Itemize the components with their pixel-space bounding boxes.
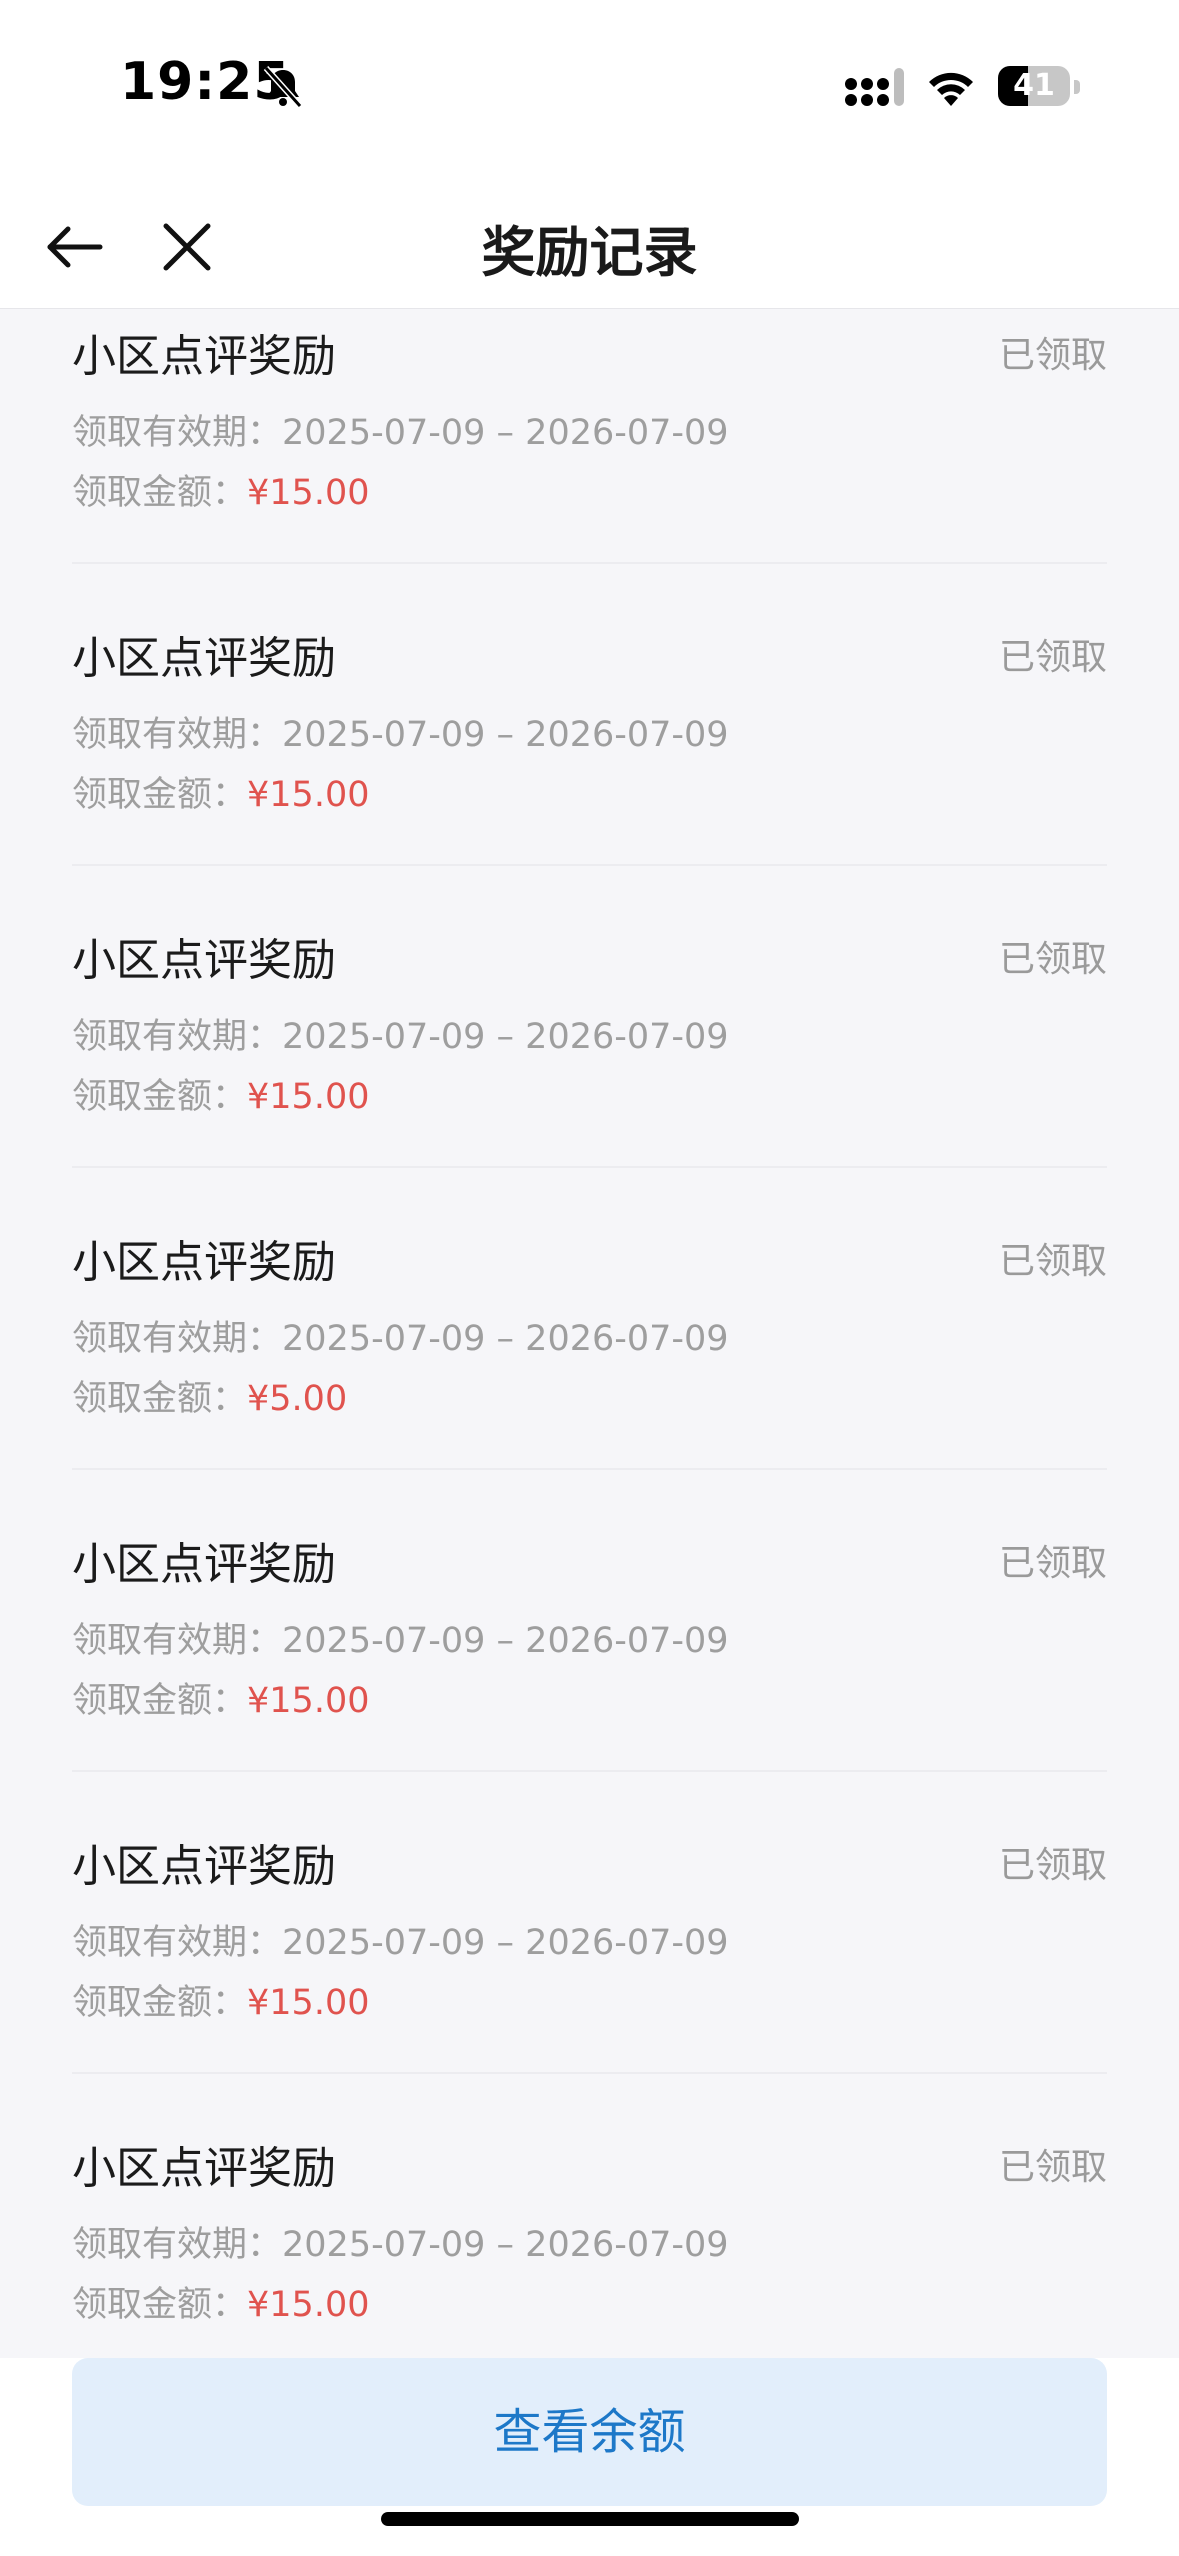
record-validity-label: 领取有效期： bbox=[72, 1621, 283, 1661]
record-row: 小区点评奖励 已领取 领取有效期：2025-07-09 – 2026-07-09 领取… bbox=[72, 308, 1107, 564]
record-status: 已领取 bbox=[998, 939, 1107, 980]
record-validity: 领取有效期：2025-07-09 – 2026-07-09 bbox=[72, 1008, 729, 1059]
record-title: 小区点评奖励 bbox=[72, 1841, 336, 1892]
record-title: 小区点评奖励 bbox=[72, 935, 336, 986]
home-indicator[interactable] bbox=[381, 2512, 799, 2526]
record-validity-value: 2025-07-09 – 2026-07-09 bbox=[282, 2225, 729, 2265]
record-status: 已领取 bbox=[998, 1241, 1107, 1282]
record-title: 小区点评奖励 bbox=[72, 1539, 336, 1590]
record-validity-label: 领取有效期： bbox=[72, 715, 283, 755]
record-title: 小区点评奖励 bbox=[72, 331, 336, 382]
record-validity: 领取有效期：2025-07-09 – 2026-07-09 bbox=[72, 1310, 729, 1361]
battery-level: 41 bbox=[1013, 68, 1055, 103]
record-validity-label: 领取有效期： bbox=[72, 1017, 283, 1057]
record-validity: 领取有效期：2025-07-09 – 2026-07-09 bbox=[72, 404, 729, 455]
cellular-signal-icon bbox=[845, 68, 904, 106]
record-title: 小区点评奖励 bbox=[72, 1237, 336, 1288]
record-amount-row: 领取金额：¥15.00 bbox=[72, 464, 369, 515]
record-validity-value: 2025-07-09 – 2026-07-09 bbox=[282, 1017, 729, 1057]
record-title: 小区点评奖励 bbox=[72, 2143, 336, 2194]
record-status: 已领取 bbox=[998, 2147, 1107, 2188]
record-row: 小区点评奖励 已领取 领取有效期：2025-07-09 – 2026-07-09 领取… bbox=[72, 1772, 1107, 2074]
record-amount-label: 领取金额： bbox=[72, 775, 248, 815]
record-status: 已领取 bbox=[998, 637, 1107, 678]
bell-muted-icon bbox=[263, 65, 303, 109]
record-row: 小区点评奖励 已领取 领取有效期：2025-07-09 – 2026-07-09 领取… bbox=[72, 866, 1107, 1168]
record-amount-value: ¥15.00 bbox=[247, 1681, 370, 1721]
record-amount-value: ¥15.00 bbox=[247, 1077, 370, 1117]
record-amount-label: 领取金额： bbox=[72, 1077, 248, 1117]
record-validity-value: 2025-07-09 – 2026-07-09 bbox=[282, 413, 729, 453]
reward-record-list-inner: 小区点评奖励 已领取 领取有效期：2025-07-09 – 2026-07-09 领取… bbox=[72, 308, 1107, 2358]
page-title: 奖励记录 bbox=[481, 221, 698, 284]
record-title: 小区点评奖励 bbox=[72, 633, 336, 684]
bottom-bar: 查看余额 bbox=[0, 2358, 1179, 2556]
record-row: 小区点评奖励 已领取 领取有效期：2025-07-09 – 2026-07-09 领取… bbox=[72, 1470, 1107, 1772]
record-validity-value: 2025-07-09 – 2026-07-09 bbox=[282, 1319, 729, 1359]
record-amount-value: ¥5.00 bbox=[247, 1379, 348, 1419]
record-validity-value: 2025-07-09 – 2026-07-09 bbox=[282, 715, 729, 755]
view-balance-button[interactable]: 查看余额 bbox=[72, 2358, 1107, 2506]
record-amount-row: 领取金额：¥15.00 bbox=[72, 2276, 369, 2327]
record-validity-label: 领取有效期： bbox=[72, 2225, 283, 2265]
record-status: 已领取 bbox=[998, 1845, 1107, 1886]
record-amount-label: 领取金额： bbox=[72, 1379, 248, 1419]
record-row: 小区点评奖励 已领取 领取有效期：2025-07-09 – 2026-07-09 领取… bbox=[72, 564, 1107, 866]
record-row: 小区点评奖励 已领取 领取有效期：2025-07-09 – 2026-07-09 领取… bbox=[72, 2074, 1107, 2358]
record-amount-row: 领取金额：¥15.00 bbox=[72, 1974, 369, 2025]
reward-record-list[interactable]: 小区点评奖励 已领取 领取有效期：2025-07-09 – 2026-07-09 领取… bbox=[0, 308, 1179, 2358]
record-amount-row: 领取金额：¥15.00 bbox=[72, 766, 369, 817]
record-amount-value: ¥15.00 bbox=[247, 473, 370, 513]
record-amount-row: 领取金额：¥15.00 bbox=[72, 1068, 369, 1119]
record-amount-value: ¥15.00 bbox=[247, 2285, 370, 2325]
record-amount-label: 领取金额： bbox=[72, 1681, 248, 1721]
record-validity-label: 领取有效期： bbox=[72, 1923, 283, 1963]
wifi-icon bbox=[929, 72, 973, 106]
record-amount-row: 领取金额：¥5.00 bbox=[72, 1370, 347, 1421]
record-validity-label: 领取有效期： bbox=[72, 413, 283, 453]
record-validity: 领取有效期：2025-07-09 – 2026-07-09 bbox=[72, 1914, 729, 1965]
record-validity-value: 2025-07-09 – 2026-07-09 bbox=[282, 1621, 729, 1661]
record-validity: 领取有效期：2025-07-09 – 2026-07-09 bbox=[72, 1612, 729, 1663]
battery-tip bbox=[1074, 80, 1080, 94]
record-amount-row: 领取金额：¥15.00 bbox=[72, 1672, 369, 1723]
record-row: 小区点评奖励 已领取 领取有效期：2025-07-09 – 2026-07-09 领取… bbox=[72, 1168, 1107, 1470]
record-amount-label: 领取金额： bbox=[72, 1983, 248, 2023]
record-status: 已领取 bbox=[998, 335, 1107, 376]
record-amount-label: 领取金额： bbox=[72, 2285, 248, 2325]
record-validity-value: 2025-07-09 – 2026-07-09 bbox=[282, 1923, 729, 1963]
nav-bar: 奖励记录 bbox=[0, 180, 1179, 309]
status-bar: 19:25 41 bbox=[0, 0, 1179, 180]
record-amount-label: 领取金额： bbox=[72, 473, 248, 513]
record-validity: 领取有效期：2025-07-09 – 2026-07-09 bbox=[72, 2216, 729, 2267]
battery-icon: 41 bbox=[998, 62, 1082, 110]
record-validity-label: 领取有效期： bbox=[72, 1319, 283, 1359]
record-amount-value: ¥15.00 bbox=[247, 775, 370, 815]
record-amount-value: ¥15.00 bbox=[247, 1983, 370, 2023]
battery-body: 41 bbox=[998, 66, 1070, 106]
record-status: 已领取 bbox=[998, 1543, 1107, 1584]
record-validity: 领取有效期：2025-07-09 – 2026-07-09 bbox=[72, 706, 729, 757]
